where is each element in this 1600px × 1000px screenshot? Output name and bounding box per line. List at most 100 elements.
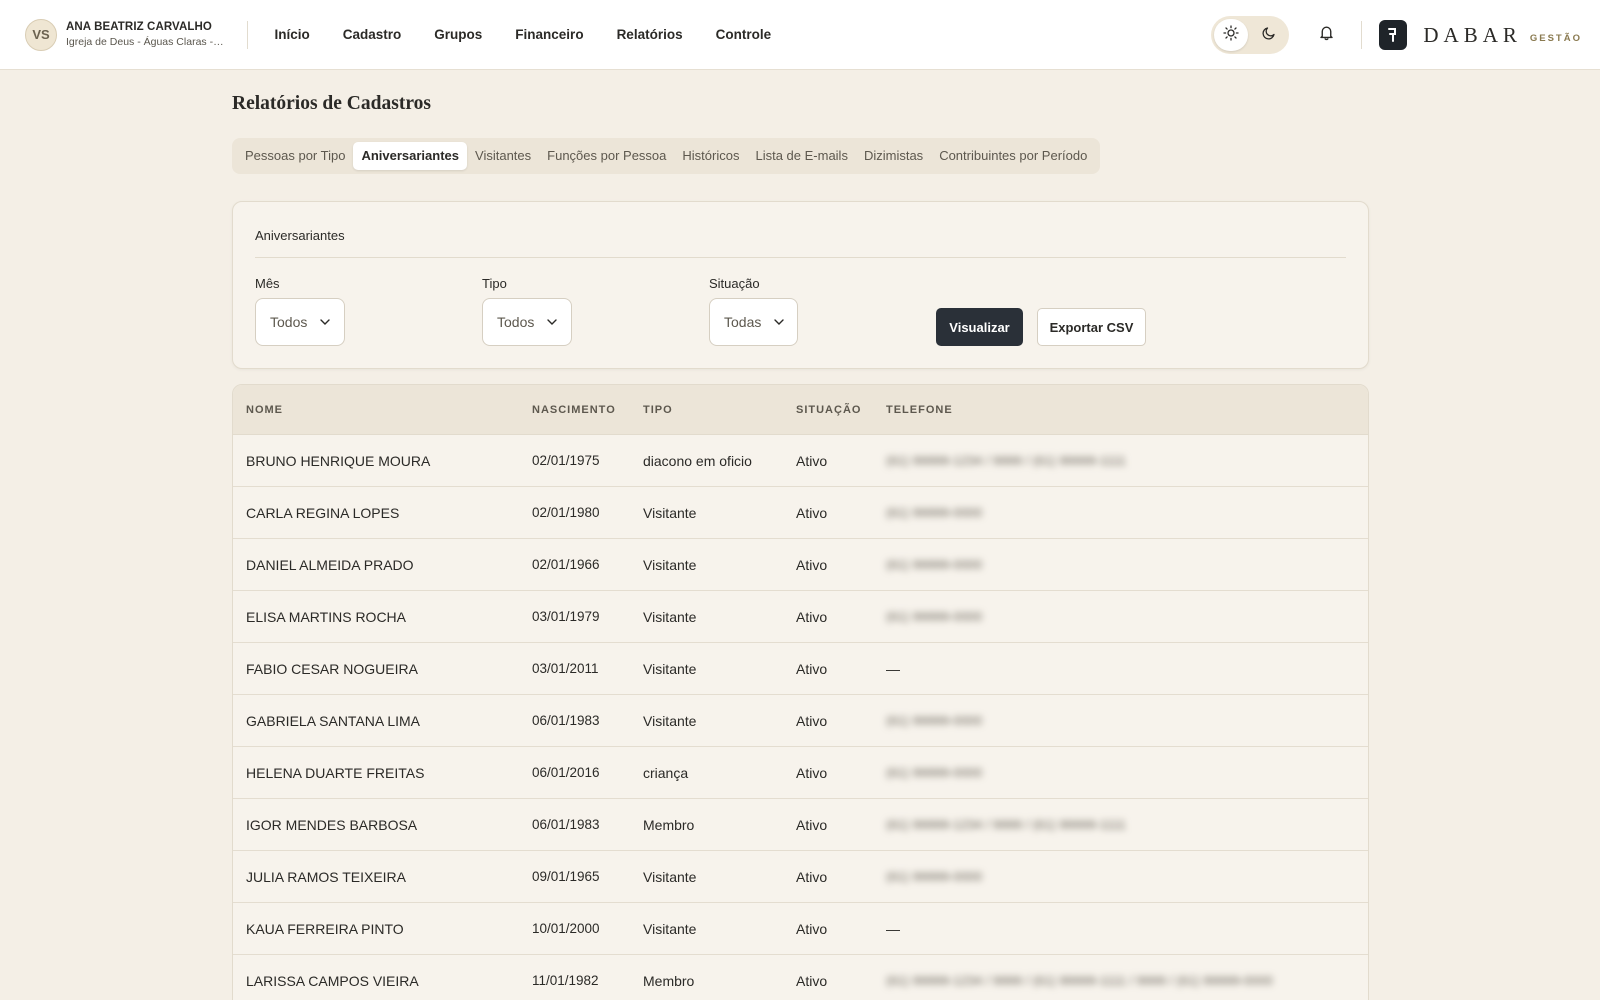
cell-telefone: (61) 99999-0000 bbox=[886, 713, 983, 728]
column-header-telefone[interactable]: TELEFONE bbox=[886, 404, 953, 416]
light-theme-button[interactable] bbox=[1214, 19, 1249, 51]
filter-card: Aniversariantes Mês Todos Tipo Todos Sit… bbox=[232, 201, 1369, 369]
moon-icon bbox=[1261, 25, 1277, 46]
nav-item-controle[interactable]: Controle bbox=[699, 27, 788, 42]
birthdays-table: NOME NASCIMENTO TIPO SITUAÇÃO TELEFONE B… bbox=[232, 384, 1369, 1000]
user-info: ANA BEATRIZ CARVALHO Igreja de Deus - Ág… bbox=[66, 21, 226, 48]
cell-nascimento: 03/01/2011 bbox=[532, 661, 599, 676]
tab-pessoas-por-tipo[interactable]: Pessoas por Tipo bbox=[237, 142, 353, 170]
cell-situacao: Ativo bbox=[796, 920, 828, 937]
sun-icon bbox=[1223, 24, 1240, 46]
cell-situacao: Ativo bbox=[796, 660, 828, 677]
table-row[interactable]: DANIEL ALMEIDA PRADO 02/01/1966 Visitante A… bbox=[233, 539, 1368, 591]
column-header-nascimento[interactable]: NASCIMENTO bbox=[532, 404, 616, 416]
tab-aniversariantes[interactable]: Aniversariantes bbox=[353, 142, 468, 170]
cell-situacao: Ativo bbox=[796, 972, 828, 989]
cell-situacao: Ativo bbox=[796, 764, 828, 781]
cell-nome: CARLA REGINA LOPES bbox=[246, 504, 400, 521]
cell-tipo: Visitante bbox=[643, 556, 697, 573]
page-title: Relatórios de Cadastros bbox=[232, 93, 431, 114]
report-tabs: Pessoas por Tipo Aniversariantes Visitan… bbox=[232, 138, 1101, 174]
cell-telefone: (61) 99999-0000 bbox=[886, 765, 983, 780]
filter-card-title: Aniversariantes bbox=[255, 228, 345, 243]
table-row[interactable]: CARLA REGINA LOPES 02/01/1980 Visitante Ati… bbox=[233, 487, 1368, 539]
column-header-situacao[interactable]: SITUAÇÃO bbox=[796, 404, 861, 416]
main-nav: Início Cadastro Grupos Financeiro Relató… bbox=[258, 27, 788, 42]
cell-nascimento: 02/01/1966 bbox=[532, 557, 600, 572]
divider bbox=[1361, 21, 1363, 49]
visualizar-button[interactable]: Visualizar bbox=[936, 308, 1023, 346]
nav-item-cadastro[interactable]: Cadastro bbox=[326, 27, 418, 42]
table-row[interactable]: KAUA FERREIRA PINTO 10/01/2000 Visitante At… bbox=[233, 903, 1368, 955]
cell-nome: ELISA MARTINS ROCHA bbox=[246, 608, 407, 625]
table-row[interactable]: ELISA MARTINS ROCHA 03/01/1979 Visitante At… bbox=[233, 591, 1368, 643]
nav-item-financeiro[interactable]: Financeiro bbox=[499, 27, 600, 42]
table-row[interactable]: JULIA RAMOS TEIXEIRA 09/01/1965 Visitante A… bbox=[233, 851, 1368, 903]
bell-icon bbox=[1318, 24, 1335, 46]
cell-nome: JULIA RAMOS TEIXEIRA bbox=[246, 868, 407, 885]
table-row[interactable]: HELENA DUARTE FREITAS 06/01/2016 criança At… bbox=[233, 747, 1368, 799]
header-tools: DABAR GESTÃO bbox=[1211, 0, 1600, 70]
brand-subtitle: GESTÃO bbox=[1529, 32, 1582, 44]
table-row[interactable]: LARISSA CAMPOS VIEIRA 11/01/1982 Membro Ati… bbox=[233, 955, 1368, 1000]
tab-contribuintes-por-periodo[interactable]: Contribuintes por Período bbox=[931, 142, 1095, 170]
divider bbox=[247, 20, 248, 49]
tipo-select-value: Todos bbox=[497, 314, 535, 330]
cell-tipo: diacono em oficio bbox=[643, 452, 752, 469]
nav-item-relatorios[interactable]: Relatórios bbox=[600, 27, 699, 42]
column-header-tipo[interactable]: TIPO bbox=[643, 404, 673, 416]
tipo-field: Tipo Todos bbox=[482, 276, 572, 346]
cell-telefone: (61) 99999-1234 / 9999 / (61) 99999-1111 bbox=[886, 817, 1126, 832]
cell-nome: BRUNO HENRIQUE MOURA bbox=[246, 452, 431, 469]
tab-historicos[interactable]: Históricos bbox=[674, 142, 747, 170]
cell-nascimento: 06/01/1983 bbox=[532, 817, 600, 832]
table-row[interactable]: IGOR MENDES BARBOSA 06/01/1983 Membro Ativo… bbox=[233, 799, 1368, 851]
nav-item-inicio[interactable]: Início bbox=[258, 27, 326, 42]
cell-telefone: — bbox=[886, 660, 900, 677]
theme-toggle[interactable] bbox=[1211, 16, 1290, 54]
tipo-select[interactable]: Todos bbox=[482, 298, 572, 346]
cell-telefone: (61) 99999-1234 / 9999 / (61) 99999-1111 bbox=[886, 453, 1126, 468]
top-bar: VS ANA BEATRIZ CARVALHO Igreja de Deus -… bbox=[0, 0, 1600, 70]
cell-situacao: Ativo bbox=[796, 556, 828, 573]
cell-tipo: Membro bbox=[643, 816, 695, 833]
chevron-down-icon bbox=[773, 318, 785, 326]
cell-nome: LARISSA CAMPOS VIEIRA bbox=[246, 972, 419, 989]
cell-situacao: Ativo bbox=[796, 868, 828, 885]
tab-visitantes[interactable]: Visitantes bbox=[467, 142, 539, 170]
user-organization: Igreja de Deus - Águas Claras - I... bbox=[66, 36, 226, 48]
dark-theme-button[interactable] bbox=[1252, 19, 1286, 51]
cell-nome: HELENA DUARTE FREITAS bbox=[246, 764, 425, 781]
table-row[interactable]: GABRIELA SANTANA LIMA 06/01/1983 Visitante… bbox=[233, 695, 1368, 747]
table-body: BRUNO HENRIQUE MOURA 02/01/1975 diacono em… bbox=[233, 435, 1368, 1000]
cell-nascimento: 11/01/1982 bbox=[532, 973, 599, 988]
cell-nascimento: 02/01/1975 bbox=[532, 453, 600, 468]
brand-logo-icon bbox=[1379, 20, 1408, 50]
cell-tipo: Visitante bbox=[643, 504, 697, 521]
cell-tipo: Visitante bbox=[643, 920, 697, 937]
cell-telefone: (61) 99999-0000 bbox=[886, 609, 983, 624]
brand-name: DABAR bbox=[1423, 22, 1522, 47]
situacao-select[interactable]: Todas bbox=[709, 298, 798, 346]
cell-situacao: Ativo bbox=[796, 712, 828, 729]
cell-nascimento: 03/01/1979 bbox=[532, 609, 600, 624]
cell-nascimento: 10/01/2000 bbox=[532, 921, 600, 936]
mes-select[interactable]: Todos bbox=[255, 298, 345, 346]
tab-dizimistas[interactable]: Dizimistas bbox=[856, 142, 931, 170]
avatar[interactable]: VS bbox=[25, 18, 57, 51]
user-profile[interactable]: VS ANA BEATRIZ CARVALHO Igreja de Deus -… bbox=[25, 18, 230, 51]
cell-nome: IGOR MENDES BARBOSA bbox=[246, 816, 418, 833]
notifications-button[interactable] bbox=[1309, 18, 1343, 52]
nav-item-grupos[interactable]: Grupos bbox=[418, 27, 499, 42]
column-header-nome[interactable]: NOME bbox=[246, 404, 283, 416]
tab-funcoes-por-pessoa[interactable]: Funções por Pessoa bbox=[539, 142, 674, 170]
table-row[interactable]: BRUNO HENRIQUE MOURA 02/01/1975 diacono em… bbox=[233, 435, 1368, 487]
tipo-label: Tipo bbox=[482, 276, 507, 291]
cell-nascimento: 02/01/1980 bbox=[532, 505, 600, 520]
table-row[interactable]: FABIO CESAR NOGUEIRA 03/01/2011 Visitante A… bbox=[233, 643, 1368, 695]
cell-nome: KAUA FERREIRA PINTO bbox=[246, 920, 404, 937]
mes-label: Mês bbox=[255, 276, 280, 291]
cell-tipo: Visitante bbox=[643, 660, 697, 677]
tab-lista-de-emails[interactable]: Lista de E-mails bbox=[747, 142, 855, 170]
exportar-csv-button[interactable]: Exportar CSV bbox=[1037, 308, 1146, 346]
